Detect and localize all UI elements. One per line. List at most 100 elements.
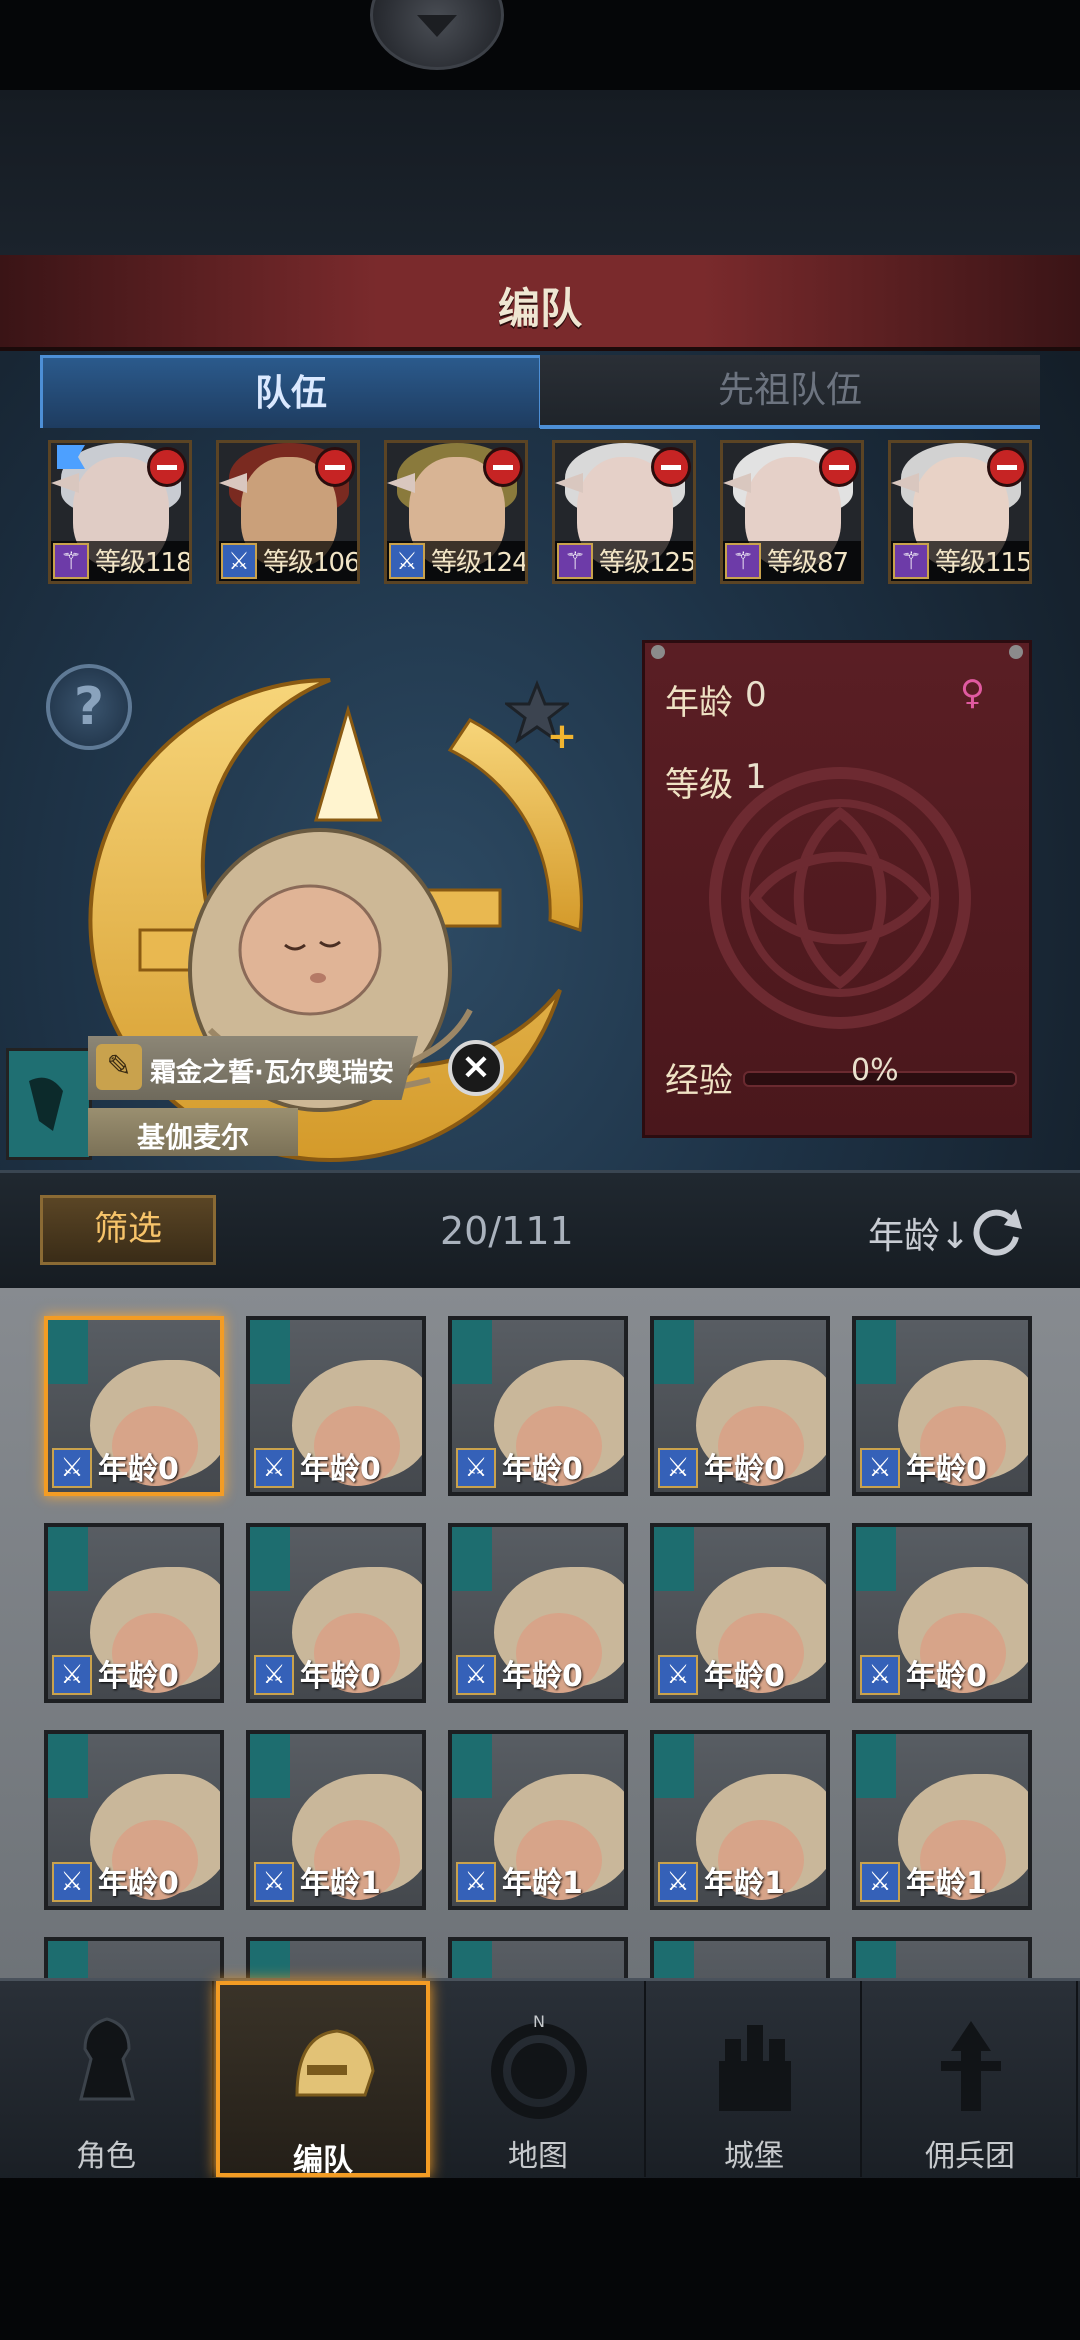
- character-card[interactable]: [852, 1937, 1032, 1978]
- tab-ancestor-team[interactable]: 先祖队伍: [540, 355, 1040, 429]
- remove-member-button[interactable]: [483, 447, 523, 487]
- age-value: 0: [745, 675, 767, 715]
- refresh-icon[interactable]: [966, 1201, 1026, 1261]
- female-gender-icon: ♀: [960, 673, 985, 713]
- portrait-ear: [555, 473, 583, 493]
- member-level: 等级87: [767, 548, 849, 578]
- character-age: 年龄1: [704, 1866, 785, 1901]
- level-bar: ⚚ 等级87: [723, 541, 861, 581]
- nav-label: 佣兵团: [925, 2139, 1015, 2174]
- character-card[interactable]: ⚔ 年龄1: [650, 1730, 830, 1910]
- house-banner-icon: [452, 1941, 492, 1978]
- team-member-slot[interactable]: ⚚ 等级118: [48, 440, 192, 584]
- nav-item-mercenary[interactable]: 佣兵团: [864, 1981, 1078, 2177]
- character-card[interactable]: ⚔ 年龄0: [852, 1523, 1032, 1703]
- team-member-slot[interactable]: ⚔ 等级106: [216, 440, 360, 584]
- staff-class-icon: ⚚: [53, 543, 89, 579]
- exp-value: 0%: [851, 1053, 899, 1088]
- house-banner-icon: [856, 1941, 896, 1978]
- remove-member-button[interactable]: [651, 447, 691, 487]
- page-title: 编队: [497, 284, 582, 333]
- character-card[interactable]: ⚔ 年龄0: [448, 1316, 628, 1496]
- character-card[interactable]: ⚔ 年龄1: [246, 1730, 426, 1910]
- team-member-slot[interactable]: ⚚ 等级115: [888, 440, 1032, 584]
- sword-class-icon: ⚔: [254, 1862, 294, 1902]
- team-member-slot[interactable]: ⚚ 等级87: [720, 440, 864, 584]
- character-card[interactable]: [44, 1937, 224, 1978]
- sword-class-icon: ⚔: [221, 543, 257, 579]
- stats-panel: 年龄 0 ♀ 等级 1 经验 0%: [642, 640, 1032, 1138]
- sword-class-icon: ⚔: [52, 1655, 92, 1695]
- house-plate: 基伽麦尔: [88, 1108, 298, 1156]
- sword-class-icon: ⚔: [254, 1655, 294, 1695]
- character-card[interactable]: [650, 1937, 830, 1978]
- nav-item-formation[interactable]: 编队: [216, 1981, 430, 2178]
- member-level: 等级106: [263, 548, 360, 578]
- filter-button[interactable]: 筛选: [40, 1195, 216, 1265]
- remove-member-button[interactable]: [147, 447, 187, 487]
- character-card[interactable]: ⚔ 年龄0: [650, 1316, 830, 1496]
- house-banner-icon: [654, 1320, 694, 1384]
- sort-by-age-button[interactable]: 年龄↓: [868, 1207, 970, 1259]
- sword-class-icon: ⚔: [658, 1862, 698, 1902]
- favorite-add-button[interactable]: +: [502, 679, 577, 755]
- down-arrow-icon: [417, 15, 457, 37]
- character-card[interactable]: ⚔ 年龄1: [448, 1730, 628, 1910]
- character-age: 年龄0: [704, 1452, 785, 1487]
- pull-down-handle[interactable]: [370, 0, 504, 70]
- sword-class-icon: ⚔: [389, 543, 425, 579]
- character-card[interactable]: ⚔ 年龄0: [44, 1316, 224, 1496]
- remove-member-button[interactable]: [315, 447, 355, 487]
- character-age: 年龄1: [906, 1866, 987, 1901]
- knight-icon: [79, 2017, 135, 2101]
- nav-label: 城堡: [724, 2139, 784, 2174]
- character-card[interactable]: ⚔ 年龄0: [44, 1523, 224, 1703]
- castle-icon: [719, 2025, 791, 2111]
- member-level: 等级125: [599, 548, 696, 578]
- team-member-row: ⚚ 等级118 ⚔ 等级106 ⚔ 等级124 ⚚ 等级125 ⚚ 等级87 ⚚ 等级115: [48, 440, 1048, 590]
- character-card[interactable]: ⚔ 年龄0: [852, 1316, 1032, 1496]
- bottom-navigation: 角色 编队 N 地图 城堡 佣兵团: [0, 1978, 1080, 2181]
- character-card[interactable]: ⚔ 年龄0: [448, 1523, 628, 1703]
- sword-class-icon: ⚔: [52, 1448, 92, 1488]
- sword-class-icon: ⚔: [658, 1655, 698, 1695]
- pin-icon: [651, 645, 665, 659]
- character-card[interactable]: ⚔ 年龄0: [44, 1730, 224, 1910]
- svg-text:N: N: [533, 2012, 545, 2031]
- team-member-slot[interactable]: ⚔ 等级124: [384, 440, 528, 584]
- character-age: 年龄0: [300, 1452, 381, 1487]
- level-bar: ⚚ 等级125: [555, 541, 696, 581]
- house-banner-icon: [452, 1527, 492, 1591]
- character-card[interactable]: ⚔ 年龄0: [246, 1316, 426, 1496]
- sword-class-icon: ⚔: [456, 1448, 496, 1488]
- character-card[interactable]: ⚔ 年龄0: [246, 1523, 426, 1703]
- tab-team[interactable]: 队伍: [40, 355, 542, 428]
- character-card[interactable]: ⚔ 年龄1: [852, 1730, 1032, 1910]
- nav-item-castle[interactable]: 城堡: [648, 1981, 862, 2177]
- compass-icon: N: [491, 2012, 587, 2119]
- character-card[interactable]: ⚔ 年龄0: [650, 1523, 830, 1703]
- house-banner-icon: [48, 1527, 88, 1591]
- house-banner-icon: [250, 1527, 290, 1591]
- character-age: 年龄0: [502, 1452, 583, 1487]
- character-name: 霜金之誓·瓦尔奥瑞安: [150, 1058, 394, 1088]
- house-banner-icon: [250, 1734, 290, 1798]
- edit-pen-icon[interactable]: ✎: [96, 1044, 142, 1090]
- team-member-slot[interactable]: ⚚ 等级125: [552, 440, 696, 584]
- portrait-ear: [723, 473, 751, 493]
- roster-count: 20/111: [440, 1209, 574, 1253]
- character-age: 年龄0: [502, 1659, 583, 1694]
- portrait-ear: [51, 473, 79, 493]
- character-card[interactable]: [448, 1937, 628, 1978]
- top-status-bar: [0, 0, 1080, 90]
- name-plate[interactable]: ✎ 霜金之誓·瓦尔奥瑞安: [88, 1036, 418, 1100]
- nav-item-character[interactable]: 角色: [0, 1981, 214, 2177]
- remove-member-button[interactable]: [987, 447, 1027, 487]
- house-banner-icon: [654, 1527, 694, 1591]
- house-banner-icon: [250, 1320, 290, 1384]
- remove-member-button[interactable]: [819, 447, 859, 487]
- character-card[interactable]: [246, 1937, 426, 1978]
- header-band: [0, 90, 1080, 255]
- nav-item-map[interactable]: N 地图: [432, 1981, 646, 2177]
- dismiss-button[interactable]: ×: [448, 1040, 504, 1096]
